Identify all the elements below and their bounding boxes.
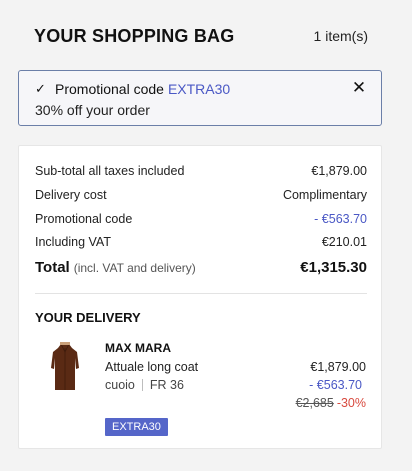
promo-description: 30% off your order: [35, 102, 150, 118]
vat-row: Including VAT €210.01: [35, 233, 367, 251]
attribute-separator: [141, 379, 143, 391]
coat-icon: [51, 342, 79, 390]
item-count: 1 item(s): [313, 28, 368, 44]
promo-label: Promotional code: [55, 81, 164, 97]
bag-header: YOUR SHOPPING BAG 1 item(s): [34, 22, 368, 50]
promo-discount-value: - €563.70: [314, 212, 367, 226]
promo-line: ✓ Promotional code EXTRA30: [35, 81, 230, 97]
product-size: FR 36: [149, 378, 184, 392]
delivery-cost-row: Delivery cost Complimentary: [35, 186, 367, 204]
promo-discount-row: Promotional code - €563.70: [35, 210, 367, 228]
check-icon: ✓: [35, 81, 46, 96]
total-row: Total (incl. VAT and delivery) €1,315.30: [35, 256, 367, 278]
product-name[interactable]: Attuale long coat: [105, 360, 198, 374]
subtotal-row: Sub-total all taxes included €1,879.00: [35, 162, 367, 180]
total-note: (incl. VAT and delivery): [73, 260, 196, 275]
promo-banner: ✓ Promotional code EXTRA30 30% off your …: [18, 70, 382, 126]
product-discount: - €563.70: [309, 378, 362, 392]
close-icon[interactable]: ✕: [351, 79, 367, 96]
divider: [35, 293, 367, 294]
delivery-cost-label: Delivery cost: [35, 188, 107, 202]
promo-discount-label: Promotional code: [35, 212, 133, 226]
subtotal-label: Sub-total all taxes included: [35, 164, 185, 178]
product-original-price: €2,685: [295, 396, 334, 410]
product-brand: MAX MARA: [105, 341, 171, 355]
product-price: €1,879.00: [310, 360, 366, 374]
promo-code: EXTRA30: [167, 81, 231, 97]
product-original-price-group: €2,685 -30%: [296, 396, 366, 410]
promo-code-badge: EXTRA30: [105, 418, 168, 436]
order-summary-card: Sub-total all taxes included €1,879.00 D…: [18, 145, 382, 449]
total-label: Total: [35, 258, 70, 276]
total-value: €1,315.30: [300, 258, 367, 276]
product-image[interactable]: [47, 342, 83, 392]
product-attributes: cuoio FR 36: [105, 378, 184, 392]
vat-value: €210.01: [321, 235, 367, 249]
total-label-group: Total (incl. VAT and delivery): [35, 259, 196, 276]
subtotal-value: €1,879.00: [311, 164, 367, 178]
vat-label: Including VAT: [35, 235, 111, 249]
product-discount-pct: -30%: [336, 396, 366, 410]
delivery-title: YOUR DELIVERY: [35, 310, 141, 325]
delivery-cost-value: Complimentary: [282, 188, 367, 202]
page-title: YOUR SHOPPING BAG: [34, 25, 235, 46]
product-color: cuoio: [105, 378, 135, 392]
